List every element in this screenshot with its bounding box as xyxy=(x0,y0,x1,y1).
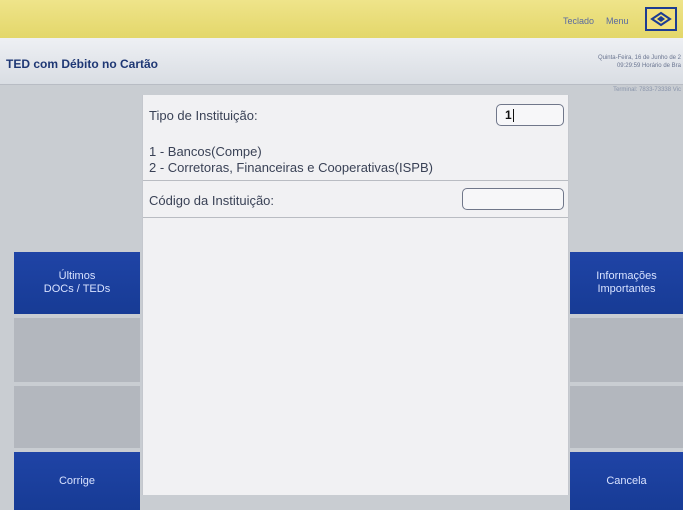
ultimos-line1: Últimos xyxy=(58,270,96,282)
option-2: 2 - Corretoras, Financeiras e Cooperativ… xyxy=(149,160,433,175)
corrige-label: Corrige xyxy=(58,474,96,487)
corrige-button[interactable]: Corrige xyxy=(14,452,140,510)
tipo-section: Tipo de Instituição: 1 1 - Bancos(Compe)… xyxy=(143,95,568,181)
page-title: TED com Débito no Cartão xyxy=(6,57,159,71)
menu-link[interactable]: Menu xyxy=(606,16,629,26)
codigo-input[interactable] xyxy=(462,188,564,210)
codigo-label: Código da Instituição: xyxy=(149,193,275,208)
info-line1: Informações xyxy=(596,270,657,282)
tipo-input[interactable]: 1 xyxy=(496,104,564,126)
text-cursor xyxy=(512,109,514,123)
codigo-section: Código da Instituição: xyxy=(143,181,568,218)
left-empty-slot-2 xyxy=(14,386,140,448)
title-bar: TED com Débito no Cartão Quinta-Feira, 1… xyxy=(0,38,683,85)
datetime-display: Quinta-Feira, 16 de Junho de 2 09:29:59 … xyxy=(598,54,681,70)
bank-logo-icon xyxy=(645,7,677,31)
tipo-value: 1 xyxy=(505,108,512,122)
option-1: 1 - Bancos(Compe) xyxy=(149,144,262,159)
info-line2: Importantes xyxy=(597,283,656,295)
time-text: 09:29:59 Horário de Bra xyxy=(616,63,681,69)
cancela-button[interactable]: Cancela xyxy=(570,452,683,510)
right-empty-slot-1 xyxy=(570,318,683,382)
form-panel: Tipo de Instituição: 1 1 - Bancos(Compe)… xyxy=(142,95,569,495)
teclado-link[interactable]: Teclado xyxy=(563,16,594,26)
cancela-label: Cancela xyxy=(606,474,647,487)
right-empty-slot-2 xyxy=(570,386,683,448)
informacoes-importantes-button[interactable]: Informações Importantes xyxy=(570,252,683,314)
top-bar: Teclado Menu xyxy=(0,0,683,38)
date-text: Quinta-Feira, 16 de Junho de 2 xyxy=(597,55,681,61)
tipo-label: Tipo de Instituição: xyxy=(149,108,258,123)
ultimos-line2: DOCs / TEDs xyxy=(43,283,111,295)
ultimos-docs-teds-button[interactable]: Últimos DOCs / TEDs xyxy=(14,252,140,314)
left-empty-slot-1 xyxy=(14,318,140,382)
terminal-id: Terminal: 7833-73338 Vic xyxy=(613,87,681,93)
